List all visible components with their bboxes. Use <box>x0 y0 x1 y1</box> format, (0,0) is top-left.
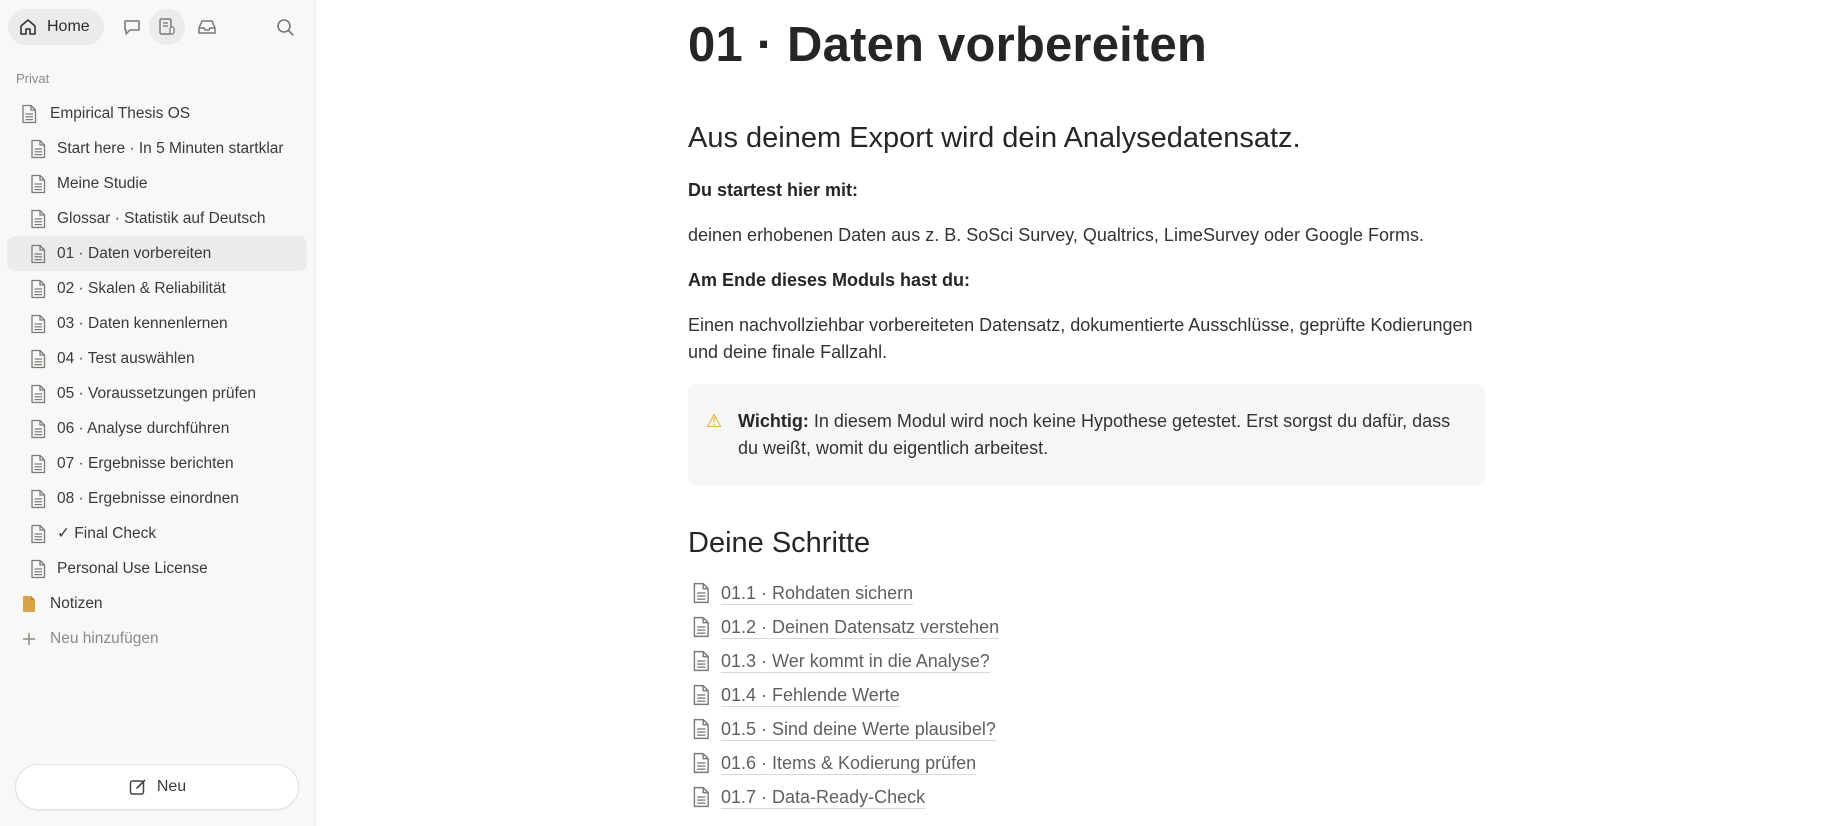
callout-text: Wichtig: In diesem Modul wird noch keine… <box>738 408 1458 462</box>
sidebar-item-label: Neu hinzufügen <box>50 629 159 647</box>
page-icon <box>27 383 49 405</box>
folder-icon <box>18 593 40 615</box>
steps-list: 01.1 · Rohdaten sichern 01.2 · Deinen Da… <box>688 576 1000 814</box>
sidebar-item-08-ergebnisse-einordnen[interactable]: 08 · Ergebnisse einordnen <box>7 481 307 516</box>
sidebar-item-neu-hinzufuegen[interactable]: Neu hinzufügen <box>7 621 307 656</box>
step-label: 01.5 · Sind deine Werte plausibel? <box>721 718 996 741</box>
sidebar-item-notizen[interactable]: Notizen <box>7 586 307 621</box>
step-label: 01.6 · Items & Kodierung prüfen <box>721 752 977 775</box>
home-button[interactable]: Home <box>8 9 104 45</box>
section-heading-export: Aus deinem Export wird dein Analysedaten… <box>688 122 1301 154</box>
sidebar-nav: Empirical Thesis OS Start here · In 5 Mi… <box>7 96 307 656</box>
sidebar-item-personal-use-license[interactable]: Personal Use License <box>7 551 307 586</box>
step-label: 01.2 · Deinen Datensatz verstehen <box>721 616 1000 639</box>
page-icon <box>27 138 49 160</box>
callout-wichtig: ⚠ Wichtig: In diesem Modul wird noch kei… <box>688 384 1485 485</box>
sidebar-item-label: Glossar · Statistik auf Deutsch <box>57 209 266 227</box>
step-label: 01.7 · Data-Ready-Check <box>721 786 926 809</box>
sidebar-item-label: Start here · In 5 Minuten startklar <box>57 139 284 157</box>
step-link-01-3[interactable]: 01.3 · Wer kommt in die Analyse? <box>688 644 999 678</box>
plus-icon <box>18 628 40 650</box>
sidebar-item-label: 07 · Ergebnisse berichten <box>57 454 234 472</box>
page-icon <box>27 208 49 230</box>
sidebar-item-label: 05 · Voraussetzungen prüfen <box>57 384 257 402</box>
meeting-notes-icon[interactable] <box>149 9 185 45</box>
sidebar-item-meine-studie[interactable]: Meine Studie <box>7 166 307 201</box>
page-icon <box>27 278 49 300</box>
callout-body: In diesem Modul wird noch keine Hypothes… <box>738 411 1451 458</box>
sidebar-item-label: Empirical Thesis OS <box>50 104 191 122</box>
home-label: Home <box>47 18 90 35</box>
sidebar-item-label: Personal Use License <box>57 559 208 577</box>
new-button-label: Neu <box>156 778 187 795</box>
sidebar-item-label: 08 · Ergebnisse einordnen <box>57 489 239 507</box>
step-label: 01.1 · Rohdaten sichern <box>721 582 914 605</box>
step-label: 01.3 · Wer kommt in die Analyse? <box>721 650 990 673</box>
page-icon <box>688 582 714 604</box>
steps-heading: Deine Schritte <box>688 527 871 559</box>
step-link-01-4[interactable]: 01.4 · Fehlende Werte <box>688 678 999 712</box>
sidebar-item-05-voraussetzungen[interactable]: 05 · Voraussetzungen prüfen <box>7 376 307 411</box>
sidebar-item-03-daten-kennenlernen[interactable]: 03 · Daten kennenlernen <box>7 306 307 341</box>
page-title[interactable]: 01 · Daten vorbereiten <box>688 17 1207 73</box>
chat-icon[interactable] <box>114 9 150 45</box>
sidebar-item-01-daten-vorbereiten[interactable]: 01 · Daten vorbereiten <box>7 236 307 271</box>
sidebar-item-label: 03 · Daten kennenlernen <box>57 314 228 332</box>
new-page-button[interactable]: Neu <box>15 764 299 810</box>
page-icon <box>688 650 714 672</box>
sidebar-topbar: Home <box>8 9 315 45</box>
step-link-01-2[interactable]: 01.2 · Deinen Datensatz verstehen <box>688 610 1000 644</box>
sidebar-item-label: Notizen <box>50 594 103 612</box>
page-icon <box>688 718 714 740</box>
sidebar: Home Privat Empirical Thesis OS Start he… <box>0 0 316 826</box>
page-icon <box>688 684 714 706</box>
sidebar-item-label: 04 · Test auswählen <box>57 349 195 367</box>
step-link-01-5[interactable]: 01.5 · Sind deine Werte plausibel? <box>688 712 999 746</box>
sidebar-item-06-analyse[interactable]: 06 · Analyse durchführen <box>7 411 307 446</box>
step-link-01-7[interactable]: 01.7 · Data-Ready-Check <box>688 780 999 814</box>
sidebar-item-label: 02 · Skalen & Reliabilität <box>57 279 226 297</box>
page-icon <box>27 418 49 440</box>
step-label: 01.4 · Fehlende Werte <box>721 684 900 707</box>
sidebar-item-start-here[interactable]: Start here · In 5 Minuten startklar <box>7 131 307 166</box>
page-icon <box>27 243 49 265</box>
page-icon <box>27 488 49 510</box>
end-text: Einen nachvollziehbar vorbereiteten Date… <box>688 315 1473 362</box>
page-icon <box>27 173 49 195</box>
sidebar-item-glossar[interactable]: Glossar · Statistik auf Deutsch <box>7 201 307 236</box>
start-heading: Du startest hier mit: <box>688 180 859 200</box>
page-icon <box>688 616 714 638</box>
sidebar-item-04-test-auswaehlen[interactable]: 04 · Test auswählen <box>7 341 307 376</box>
compose-icon <box>129 779 146 795</box>
home-icon <box>20 19 36 35</box>
sidebar-item-07-ergebnisse-berichten[interactable]: 07 · Ergebnisse berichten <box>7 446 307 481</box>
sidebar-item-final-check[interactable]: ✓ Final Check <box>7 516 307 551</box>
warning-icon: ⚠ <box>706 411 723 431</box>
inbox-icon[interactable] <box>189 9 225 45</box>
sidebar-item-empirical-thesis-os[interactable]: Empirical Thesis OS <box>7 96 307 131</box>
sidebar-item-label: Meine Studie <box>57 174 148 192</box>
page-icon <box>688 752 714 774</box>
step-link-01-6[interactable]: 01.6 · Items & Kodierung prüfen <box>688 746 999 780</box>
page-icon <box>18 103 40 125</box>
step-link-01-1[interactable]: 01.1 · Rohdaten sichern <box>688 576 999 610</box>
page-icon <box>27 523 49 545</box>
sidebar-item-02-skalen[interactable]: 02 · Skalen & Reliabilität <box>7 271 307 306</box>
section-label-privat: Privat <box>16 71 50 86</box>
end-heading: Am Ende dieses Moduls hast du: <box>688 270 971 290</box>
sidebar-item-label: 06 · Analyse durchführen <box>57 419 230 437</box>
sidebar-item-label: ✓ Final Check <box>57 525 157 542</box>
page-icon <box>27 453 49 475</box>
page-icon <box>27 313 49 335</box>
page-icon <box>27 348 49 370</box>
page-icon <box>688 786 714 808</box>
page-icon <box>27 558 49 580</box>
sidebar-item-label: 01 · Daten vorbereiten <box>57 244 212 262</box>
callout-bold: Wichtig: <box>738 411 809 431</box>
search-icon[interactable] <box>267 9 303 45</box>
start-text: deinen erhobenen Daten aus z. B. SoSci S… <box>688 225 1425 245</box>
